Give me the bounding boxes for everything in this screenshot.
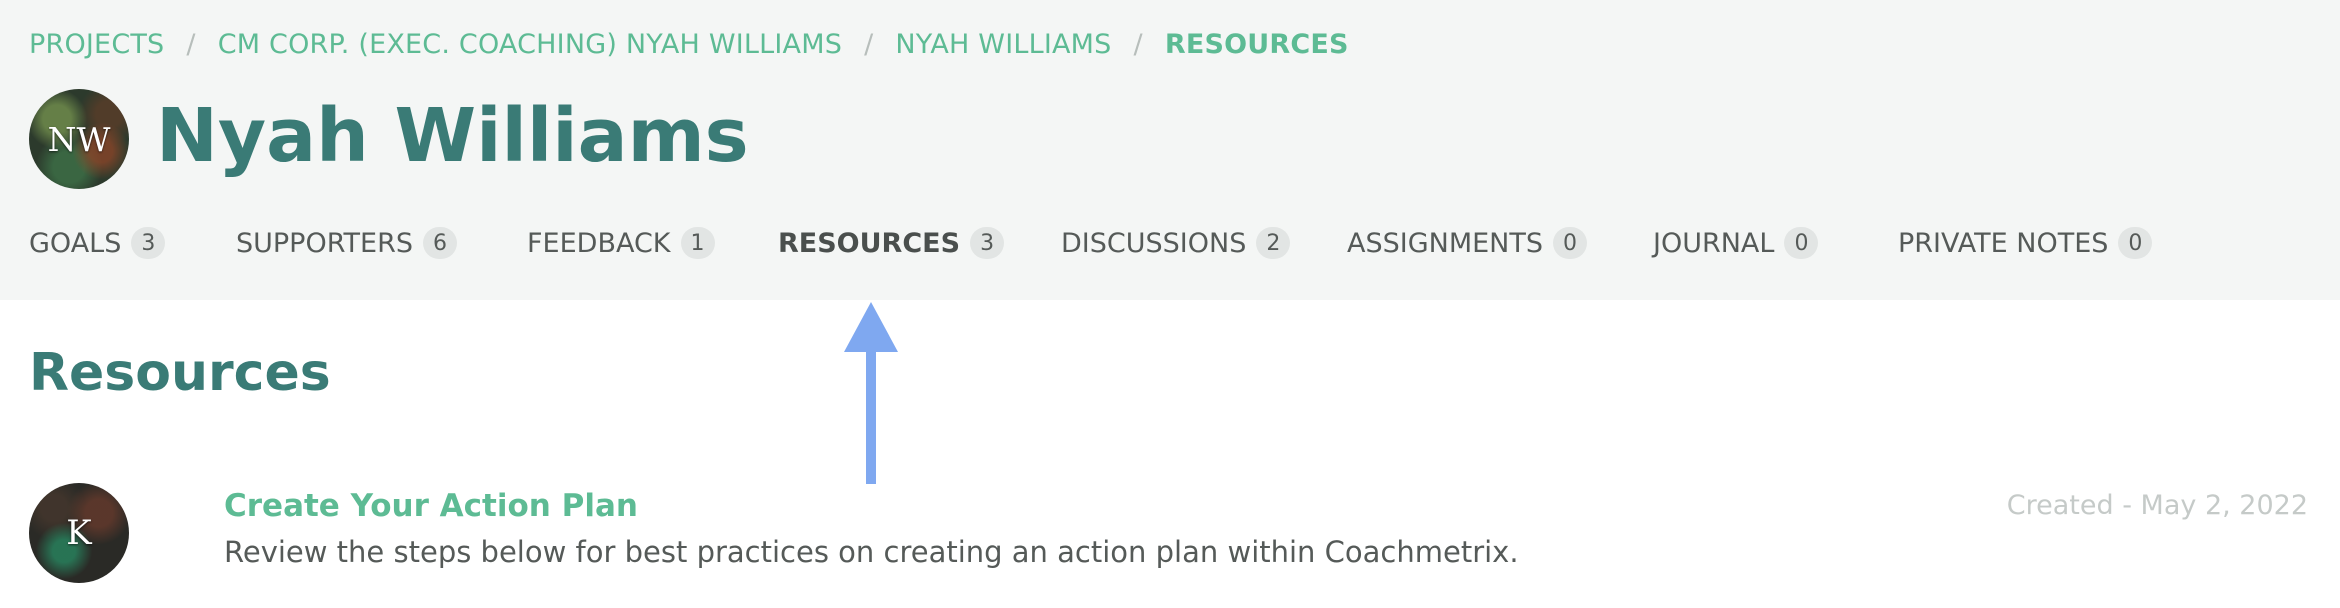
- resource-created-date: Created - May 2, 2022: [2006, 490, 2308, 521]
- avatar-initials: NW: [47, 119, 111, 159]
- resource-title-link[interactable]: Create Your Action Plan: [224, 486, 638, 526]
- project-header: PROJECTS / CM CORP. (EXEC. COACHING) NYA…: [0, 0, 2340, 300]
- tab-private-notes[interactable]: PRIVATE NOTES 0: [1898, 222, 2153, 264]
- page-title: Nyah Williams: [156, 93, 749, 179]
- breadcrumb-projects[interactable]: PROJECTS: [29, 29, 164, 60]
- tab-feedback[interactable]: FEEDBACK 1: [527, 222, 715, 264]
- count-badge: 0: [1553, 227, 1588, 259]
- breadcrumb-current: RESOURCES: [1164, 28, 1349, 60]
- breadcrumb-separator: /: [1133, 28, 1143, 60]
- count-badge: 0: [1784, 227, 1819, 259]
- tab-journal[interactable]: JOURNAL 0: [1653, 222, 1819, 264]
- tab-label: ASSIGNMENTS: [1347, 227, 1544, 259]
- tab-label: SUPPORTERS: [236, 227, 413, 259]
- section-title: Resources: [29, 343, 331, 403]
- tab-label: JOURNAL: [1653, 227, 1775, 259]
- up-arrow-icon: [844, 302, 898, 484]
- resource-description: Review the steps below for best practice…: [224, 535, 1519, 569]
- breadcrumb-project[interactable]: CM CORP. (EXEC. COACHING) NYAH WILLIAMS: [218, 29, 842, 60]
- tab-supporters[interactable]: SUPPORTERS 6: [236, 222, 457, 264]
- tab-label: GOALS: [29, 227, 122, 259]
- breadcrumb-participant[interactable]: NYAH WILLIAMS: [895, 29, 1111, 60]
- count-badge: 1: [680, 227, 715, 259]
- avatar: NW: [29, 89, 129, 189]
- tab-goals[interactable]: GOALS 3: [29, 222, 166, 264]
- tab-resources[interactable]: RESOURCES 3: [778, 222, 1005, 264]
- count-badge: 6: [422, 227, 457, 259]
- count-badge: 0: [2118, 227, 2153, 259]
- breadcrumb: PROJECTS / CM CORP. (EXEC. COACHING) NYA…: [29, 24, 1349, 64]
- count-badge: 3: [131, 227, 166, 259]
- tab-label: PRIVATE NOTES: [1898, 227, 2109, 259]
- tab-label: FEEDBACK: [527, 227, 671, 259]
- resource-author-avatar: K: [29, 483, 129, 583]
- tab-label: RESOURCES: [778, 227, 961, 259]
- tab-label: DISCUSSIONS: [1061, 227, 1247, 259]
- tab-discussions[interactable]: DISCUSSIONS 2: [1061, 222, 1291, 264]
- count-badge: 3: [970, 227, 1005, 259]
- breadcrumb-separator: /: [186, 28, 196, 60]
- breadcrumb-separator: /: [864, 28, 874, 60]
- tab-assignments[interactable]: ASSIGNMENTS 0: [1347, 222, 1588, 264]
- count-badge: 2: [1256, 227, 1291, 259]
- avatar-initial: K: [66, 513, 92, 553]
